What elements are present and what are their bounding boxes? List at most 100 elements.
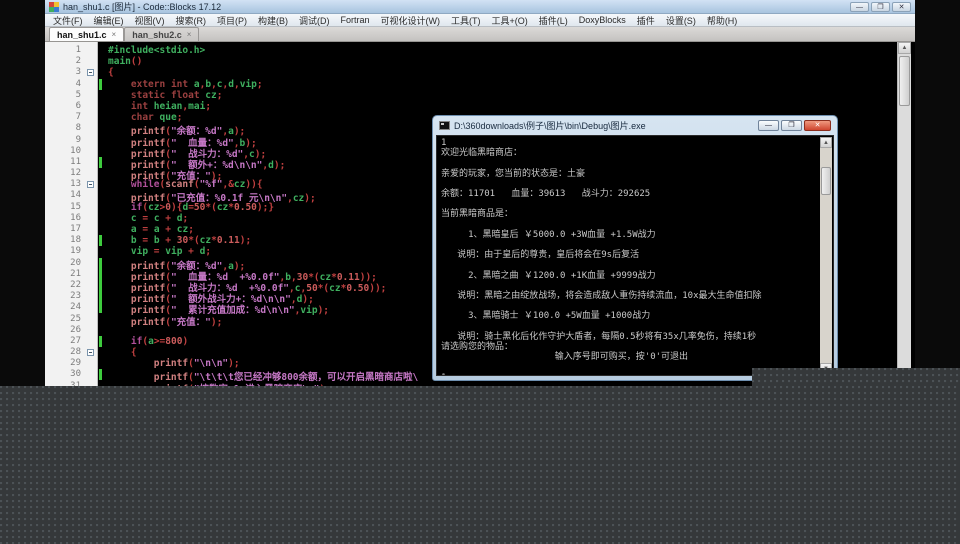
menu-item[interactable]: 搜索(R) <box>176 14 207 27</box>
console-maximize-button[interactable]: ❐ <box>781 120 802 131</box>
menu-item[interactable]: 插件(L) <box>539 14 568 27</box>
line-number: 22 <box>45 280 97 291</box>
console-scrollbar[interactable]: ▲ ▼ <box>820 137 832 374</box>
line-number: 20 <box>45 258 97 269</box>
line-number: 4 <box>45 79 97 90</box>
line-number: 18 <box>45 235 97 246</box>
line-number: 21 <box>45 269 97 280</box>
console-scroll-down-icon[interactable]: ▼ <box>820 363 832 374</box>
line-number: 14 <box>45 190 97 201</box>
line-number: 17 <box>45 224 97 235</box>
line-number: 30 <box>45 369 97 380</box>
restore-button[interactable]: ❐ <box>871 2 890 12</box>
code-line: extern int a,b,c,d,vip; <box>99 79 898 90</box>
changed-line-marker <box>99 336 102 347</box>
line-number: 28 <box>45 347 97 358</box>
changed-line-marker <box>99 369 102 380</box>
line-number: 10 <box>45 146 97 157</box>
fold-marker-icon[interactable] <box>87 69 94 76</box>
video-dark-border-bottom <box>0 386 960 544</box>
screen: han_shu1.c [图片] - Code::Blocks 17.12 — ❐… <box>0 0 960 544</box>
code-line: main() <box>99 56 898 67</box>
tab-label: han_shu1.c <box>57 30 107 40</box>
menu-item[interactable]: 编辑(E) <box>94 14 124 27</box>
menu-item[interactable]: 构建(B) <box>258 14 288 27</box>
console-minimize-button[interactable]: — <box>758 120 779 131</box>
video-dark-border-left <box>0 0 45 388</box>
menu-item[interactable]: 调试(D) <box>299 14 330 27</box>
console-close-button[interactable]: ✕ <box>804 120 831 131</box>
code-line: #include<stdio.h> <box>99 45 898 56</box>
changed-line-marker <box>99 235 102 246</box>
menu-item[interactable]: 文件(F) <box>53 14 83 27</box>
console-title: D:\360downloads\例子\图片\bin\Debug\图片.exe <box>454 119 646 132</box>
close-button[interactable]: ✕ <box>892 2 911 12</box>
menu-item[interactable]: 工具(T) <box>451 14 481 27</box>
scroll-up-icon[interactable]: ▲ <box>898 42 911 54</box>
line-number: 11 <box>45 157 97 168</box>
menu-item[interactable]: 可视化设计(W) <box>381 14 441 27</box>
line-number: 29 <box>45 358 97 369</box>
line-number: 7 <box>45 112 97 123</box>
line-number: 25 <box>45 314 97 325</box>
menu-item[interactable]: DoxyBlocks <box>579 15 626 25</box>
menu-item[interactable]: 工具+(O) <box>492 14 528 27</box>
line-number: 12 <box>45 168 97 179</box>
line-number: 6 <box>45 101 97 112</box>
line-number: 31 <box>45 381 97 392</box>
line-number: 15 <box>45 202 97 213</box>
changed-line-marker <box>99 258 102 269</box>
editor-scrollbar[interactable]: ▲ <box>897 42 911 388</box>
line-number: 13 <box>45 179 97 190</box>
line-number: 26 <box>45 325 97 336</box>
code-line: { <box>99 67 898 78</box>
tab-close-icon[interactable]: × <box>187 30 192 39</box>
changed-line-marker <box>99 291 102 302</box>
code-line: static float cz; <box>99 90 898 101</box>
console-window[interactable]: D:\360downloads\例子\图片\bin\Debug\图片.exe —… <box>432 115 838 381</box>
line-number: 1 <box>45 45 97 56</box>
line-number-gutter: 1234567891011121314151617181920212223242… <box>45 42 98 388</box>
console-scrollbar-thumb[interactable] <box>821 167 831 195</box>
changed-line-marker <box>99 79 102 90</box>
menu-item[interactable]: 设置(S) <box>666 14 696 27</box>
console-icon <box>439 121 450 130</box>
menu-item[interactable]: 插件 <box>637 14 655 27</box>
console-titlebar[interactable]: D:\360downloads\例子\图片\bin\Debug\图片.exe —… <box>435 117 835 134</box>
window-title: han_shu1.c [图片] - Code::Blocks 17.12 <box>63 0 221 13</box>
tab-label: han_shu2.c <box>132 30 182 40</box>
line-number: 8 <box>45 123 97 134</box>
code-line: int heian,mai; <box>99 101 898 112</box>
editor-tab-bar: han_shu1.c × han_shu2.c × <box>45 27 915 42</box>
line-number: 5 <box>45 90 97 101</box>
line-number: 23 <box>45 291 97 302</box>
menu-bar: 文件(F) 编辑(E) 视图(V) 搜索(R) 项目(P) 构建(B) 调试(D) Fortr… <box>45 14 915 27</box>
line-number: 24 <box>45 302 97 313</box>
line-number: 16 <box>45 213 97 224</box>
console-scroll-up-icon[interactable]: ▲ <box>820 137 832 148</box>
tab-close-icon[interactable]: × <box>112 30 117 39</box>
ide-titlebar[interactable]: han_shu1.c [图片] - Code::Blocks 17.12 — ❐… <box>45 0 915 14</box>
codeblocks-logo-icon <box>49 2 59 12</box>
line-number: 2 <box>45 56 97 67</box>
menu-item[interactable]: 项目(P) <box>217 14 247 27</box>
menu-item[interactable]: Fortran <box>341 15 370 25</box>
minimize-button[interactable]: — <box>850 2 869 12</box>
tab-han_shu2.c[interactable]: han_shu2.c × <box>124 27 199 41</box>
fold-marker-icon[interactable] <box>87 349 94 356</box>
console-output[interactable]: 1 欢迎光临黑暗商店： 亲爱的玩家，您当前的状态是：土豪 余额：11701 血量… <box>436 135 834 376</box>
changed-line-marker <box>99 269 102 280</box>
line-number: 9 <box>45 135 97 146</box>
menu-item[interactable]: 帮助(H) <box>707 14 738 27</box>
video-dark-border-right <box>915 0 960 388</box>
changed-line-marker <box>99 280 102 291</box>
changed-line-marker <box>99 302 102 313</box>
menu-item[interactable]: 视图(V) <box>135 14 165 27</box>
fold-marker-icon[interactable] <box>87 181 94 188</box>
console-text[interactable]: 1 欢迎光临黑暗商店： 亲爱的玩家，您当前的状态是：土豪 余额：11701 血量… <box>441 138 817 375</box>
line-number: 3 <box>45 67 97 78</box>
changed-line-marker <box>99 157 102 168</box>
tab-han_shu1.c[interactable]: han_shu1.c × <box>49 27 124 41</box>
line-number: 27 <box>45 336 97 347</box>
editor-scrollbar-thumb[interactable] <box>899 56 910 106</box>
